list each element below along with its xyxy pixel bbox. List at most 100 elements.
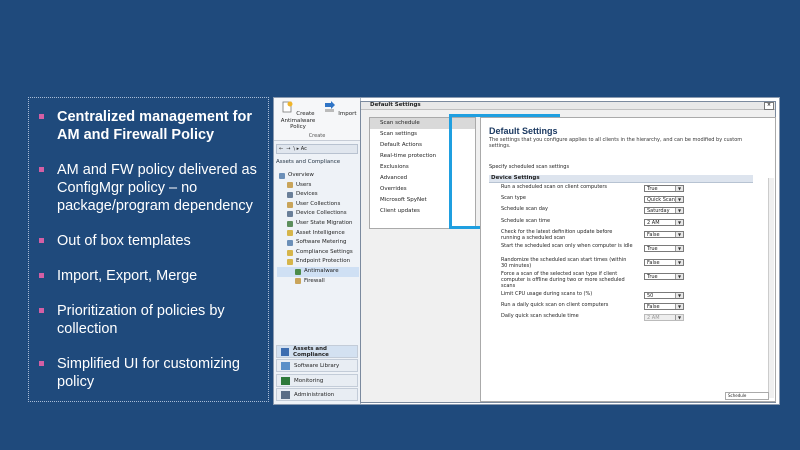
setting-dropdown[interactable]: False ▼ [644,259,684,266]
section-client-updates[interactable]: Client updates [370,206,475,217]
tree-item-endpoint-protection[interactable]: Endpoint Protection [277,257,359,267]
chevron-down-icon[interactable]: ▼ [675,274,683,279]
bullet-text: AM and FW policy delivered as ConfigMgr … [57,162,257,214]
device-collections-icon [287,211,293,218]
bullet-text: Out of box templates [57,233,191,249]
setting-label: Scan type [501,195,526,201]
administration-icon [281,390,290,399]
tree-item-firewall[interactable]: Firewall [277,277,359,287]
setting-dropdown[interactable]: True ▼ [644,245,684,252]
setting-dropdown[interactable]: Quick Scan ▼ [644,196,684,203]
section-scan-schedule[interactable]: Scan schedule [370,118,475,129]
folder-icon [287,249,293,256]
setting-label: Randomize the scheduled scan start times… [501,257,627,269]
ribbon-group-label: Create [308,133,326,139]
bullet-marker-icon [39,238,44,243]
back-arrow-icon[interactable]: ← [279,146,283,152]
navigation-tree: Overview Users Devices User Collections … [277,171,359,286]
section-real-time-protection[interactable]: Real-time protection [370,151,475,162]
chevron-down-icon[interactable]: ▼ [675,246,683,251]
setting-label: Schedule scan day [501,206,548,212]
firewall-icon [295,278,301,285]
bullet-text: Centralized management for AM and Firewa… [57,109,252,143]
tree-item-user-collections[interactable]: User Collections [277,200,359,210]
chevron-down-icon[interactable]: ▼ [675,260,683,265]
section-overrides[interactable]: Overrides [370,184,475,195]
chevron-down-icon[interactable]: ▼ [675,232,683,237]
tree-item-users[interactable]: Users [277,181,359,191]
setting-dropdown[interactable]: 2 AM ▼ [644,219,684,226]
setting-label: Schedule scan time [501,218,551,224]
bullet-item: Simplified UI for customizing policy [39,355,262,391]
overview-icon [279,172,285,179]
setting-dropdown: 2 AM ▼ [644,314,684,321]
section-default-actions[interactable]: Default Actions [370,140,475,151]
setting-label: Start the scheduled scan only when compu… [501,243,633,249]
device-settings-header: Device Settings [489,175,753,183]
scrollbar[interactable] [768,178,774,398]
setting-label: Force a scan of the selected scan type i… [501,271,625,289]
chevron-down-icon[interactable]: ▼ [675,186,683,191]
bullet-item: Import, Export, Merge [39,267,262,285]
navigation-bar[interactable]: ← → \ ▸ Ac [276,144,358,154]
tree-item-overview[interactable]: Overview [277,171,359,181]
folder-icon [287,230,293,237]
tree-item-compliance-settings[interactable]: Compliance Settings [277,248,359,258]
section-exclusions[interactable]: Exclusions [370,162,475,173]
bullet-item: AM and FW policy delivered as ConfigMgr … [39,161,262,215]
setting-dropdown[interactable]: 50 ▼ [644,292,684,299]
monitoring-icon [281,376,290,385]
setting-label: Check for the latest definition update b… [501,229,613,241]
chevron-down-icon[interactable]: ▼ [675,197,683,202]
tree-item-device-collections[interactable]: Device Collections [277,209,359,219]
setting-label: Limit CPU usage during scans to (%) [501,291,593,297]
import-arrow-icon [325,101,336,112]
bullet-item: Out of box templates [39,232,262,250]
software-library-icon [281,361,290,370]
bullet-item: Centralized management for AM and Firewa… [39,108,262,144]
import-button[interactable]: Import [320,101,360,118]
specify-text: Specify scheduled scan settings [489,164,570,170]
tree-item-asset-intelligence[interactable]: Asset Intelligence [277,229,359,239]
dialog-title-bar: Default Settings × [361,102,775,110]
setting-dropdown[interactable]: False ▼ [644,303,684,310]
workspace-software-library[interactable]: Software Library [276,359,358,372]
settings-section-list: Scan schedule Scan settings Default Acti… [369,117,476,229]
forward-arrow-icon[interactable]: → [286,146,290,152]
bullet-text: Import, Export, Merge [57,268,198,284]
setting-dropdown[interactable]: True ▼ [644,185,684,192]
section-advanced[interactable]: Advanced [370,173,475,184]
bullet-text: Prioritization of policies by collection [57,303,225,337]
section-microsoft-spynet[interactable]: Microsoft SpyNet [370,195,475,206]
assets-compliance-icon [281,347,290,356]
tree-item-devices[interactable]: Devices [277,190,359,200]
feature-bullet-list: Centralized management for AM and Firewa… [28,97,269,402]
tree-item-antimalware[interactable]: Antimalware [277,266,359,277]
chevron-down-icon[interactable]: ▼ [675,293,683,298]
close-icon[interactable]: × [764,102,774,110]
workspace-monitoring[interactable]: Monitoring [276,374,358,387]
tree-item-software-metering[interactable]: Software Metering [277,238,359,248]
chevron-down-icon[interactable]: ▼ [675,208,683,213]
chevron-down-icon: ▼ [675,315,683,320]
default-settings-dialog: Default Settings × Scan schedule Scan se… [360,101,776,403]
workspace-assets-and-compliance[interactable]: Assets and Compliance [276,345,358,358]
footer-field: Schedule [725,392,769,400]
software-metering-icon [287,239,293,246]
chevron-down-icon[interactable]: ▼ [675,220,683,225]
users-icon [287,182,293,189]
setting-dropdown[interactable]: Saturday ▼ [644,207,684,214]
setting-dropdown[interactable]: True ▼ [644,273,684,280]
setting-dropdown[interactable]: False ▼ [644,231,684,238]
antimalware-icon [295,268,301,275]
tree-item-user-state-migration[interactable]: User State Migration [277,219,359,229]
bullet-marker-icon [39,114,44,119]
setting-label: Daily quick scan schedule time [501,313,579,319]
workspace-administration[interactable]: Administration [276,388,358,401]
chevron-down-icon[interactable]: ▼ [675,304,683,309]
section-scan-settings[interactable]: Scan settings [370,129,475,140]
settings-pane: Default Settings The settings that you c… [480,117,776,402]
bullet-marker-icon [39,308,44,313]
bullet-item: Prioritization of policies by collection [39,302,262,338]
create-antimalware-policy-button[interactable]: Create Antimalware Policy [278,101,318,131]
